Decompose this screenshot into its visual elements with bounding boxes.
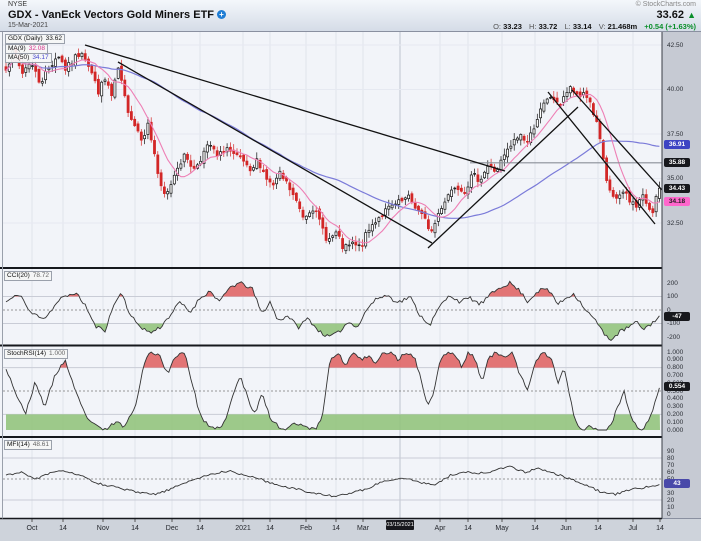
up-arrow-icon: ▲ <box>687 10 696 20</box>
x-axis-label: Mar <box>356 525 370 532</box>
chart-title: GDX - VanEck Vectors Gold Miners ETF <box>8 9 215 21</box>
x-axis-label: 14 <box>332 525 340 532</box>
x-axis-label: 14 <box>594 525 602 532</box>
y-axis-tick: -200 <box>667 333 681 341</box>
x-axis-label: 2021 <box>235 525 251 532</box>
x-axis-label: 14 <box>131 525 139 532</box>
x-axis-label: Dec <box>165 525 179 532</box>
x-axis-label: 14 <box>59 525 67 532</box>
x-axis-label: 14 <box>656 525 664 532</box>
chart-header: NYSE GDX - VanEck Vectors Gold Miners ET… <box>0 0 701 32</box>
legend-item: MA(50) 34.17 <box>5 53 52 63</box>
x-axis-label: 14 <box>531 525 539 532</box>
copyright: © StockCharts.com <box>635 1 696 8</box>
legend-item: GDX (Daily) 33.62 <box>5 34 65 44</box>
price-tag: 34.43 <box>664 184 690 194</box>
y-axis-tick: 30 <box>667 489 675 497</box>
open-label: O: <box>493 22 502 31</box>
y-axis-tick: 0.300 <box>667 403 684 411</box>
y-axis-tick: 60 <box>667 468 675 476</box>
y-axis-tick: 90 <box>667 447 675 455</box>
y-axis-tick: 0.200 <box>667 410 684 418</box>
x-axis-label: May <box>495 525 509 532</box>
price-tag: 35.88 <box>664 158 690 168</box>
x-axis-label: 14 <box>464 525 472 532</box>
price-tag: -47 <box>664 311 690 321</box>
y-axis-tick: 0.000 <box>667 426 684 434</box>
price-tag: 0.554 <box>664 382 690 392</box>
y-axis-tick: 1.000 <box>667 348 684 356</box>
indicator-legend: StochRSI(14) 1.000 <box>4 349 69 359</box>
y-axis-tick: 0.700 <box>667 371 684 379</box>
indicator-legend: CCI(20) 78.72 <box>4 271 53 281</box>
y-axis-tick: 37.50 <box>667 130 684 138</box>
last-price-row: 33.62 ▲ <box>656 9 696 21</box>
low-label: L: <box>564 22 571 31</box>
y-axis-tick: -100 <box>667 320 681 327</box>
stockcharts-page: NYSE GDX - VanEck Vectors Gold Miners ET… <box>0 0 701 541</box>
change-value: +0.54 (+1.63%) <box>644 22 696 31</box>
volume-label: V: <box>598 22 606 31</box>
price-tag: 36.91 <box>664 140 690 149</box>
y-axis-tick: 0.100 <box>667 418 684 426</box>
x-axis-label: Jul <box>628 525 638 532</box>
x-axis-label: Jun <box>560 525 572 532</box>
y-axis-tick: 100 <box>667 293 678 300</box>
y-axis-tick: 0.900 <box>667 356 684 364</box>
high-value: 33.72 <box>538 22 558 31</box>
x-axis-label: 14 <box>266 525 274 532</box>
y-axis-tick: 32.50 <box>667 219 684 227</box>
crosshair-date-box: 03/15/2021 <box>386 520 414 530</box>
x-axis-label: Oct <box>26 525 38 532</box>
x-axis-label: 14 <box>196 525 204 532</box>
y-axis-tick: 0.400 <box>667 395 684 403</box>
last-price: 33.62 <box>656 9 685 21</box>
legend-item: MA(9) 32.08 <box>5 43 48 54</box>
indicator-legend: MFI(14) 48.61 <box>4 439 53 450</box>
volume-value: 21.468m <box>607 22 638 31</box>
y-axis-tick: 10 <box>667 503 675 511</box>
y-axis-tick: 20 <box>667 496 675 504</box>
plus-circle-icon[interactable]: + <box>217 10 227 19</box>
y-axis-tick: 0 <box>667 510 671 518</box>
ohlc-row: O: 33.23 H: 33.72 L: 33.14 V: 21.468m +0… <box>493 22 696 31</box>
y-axis-tick: 40.00 <box>667 86 684 93</box>
y-axis-tick: 70 <box>667 461 675 469</box>
chart-date: 15-Mar-2021 <box>8 22 49 29</box>
x-axis-label: Apr <box>434 525 446 532</box>
high-label: H: <box>528 22 537 31</box>
x-axis-label: Feb <box>299 525 313 532</box>
exchange-label: NYSE <box>8 1 28 8</box>
y-axis-tick: 80 <box>667 454 675 462</box>
y-axis-tick: 0.800 <box>667 364 684 372</box>
y-axis-tick: 35.00 <box>667 175 684 182</box>
y-axis-tick: 42.50 <box>667 41 684 49</box>
x-axis-label: Nov <box>96 525 110 532</box>
chart-canvas[interactable] <box>0 0 701 541</box>
price-tag: 43 <box>664 479 690 489</box>
price-tag: 34.18 <box>664 196 690 206</box>
low-value: 33.14 <box>572 22 592 31</box>
y-axis-tick: 200 <box>667 279 678 287</box>
open-value: 33.23 <box>503 22 522 31</box>
